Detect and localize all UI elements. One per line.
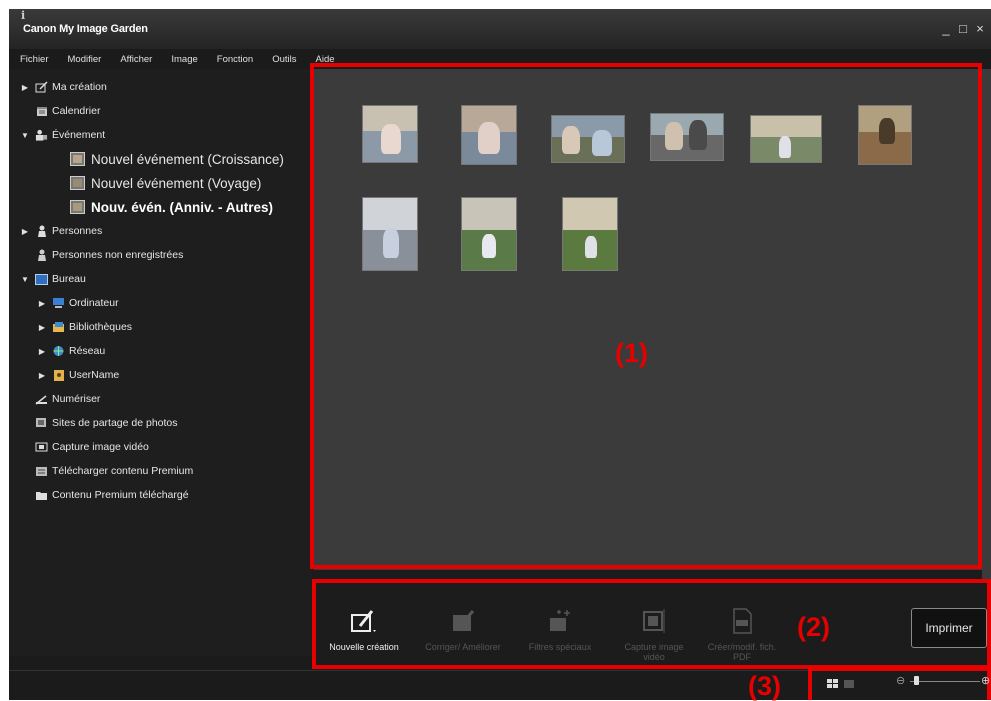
calendar-icon bbox=[35, 105, 48, 117]
sidebar-item-label: Réseau bbox=[69, 345, 106, 357]
area-label-3: (3) bbox=[748, 671, 781, 701]
area-label-1: (1) bbox=[615, 338, 648, 368]
sidebar-item-evenement[interactable]: ▼ Événement bbox=[9, 123, 312, 147]
sidebar-item-label: Calendrier bbox=[52, 105, 101, 117]
scroll-left-icon[interactable]: ◀ bbox=[23, 654, 29, 656]
expand-arrow-icon[interactable]: ▶ bbox=[37, 370, 47, 380]
sidebar-item-capture-image-video[interactable]: Capture image vidéo bbox=[9, 435, 312, 459]
sidebar-item-label: Bureau bbox=[52, 273, 86, 285]
person-icon bbox=[35, 225, 48, 237]
download-premium-icon bbox=[35, 465, 48, 477]
sidebar-item-numeriser[interactable]: Numériser bbox=[9, 387, 312, 411]
window-controls: _ □ × bbox=[941, 21, 985, 36]
premium-folder-icon bbox=[35, 489, 48, 501]
sidebar-item-ordinateur[interactable]: ▶ Ordinateur bbox=[9, 291, 312, 315]
menu-fonction[interactable]: Fonction bbox=[209, 54, 261, 65]
collapse-arrow-icon[interactable]: ▼ bbox=[20, 130, 30, 140]
zoom-track[interactable] bbox=[910, 681, 980, 682]
area-label-2: (2) bbox=[797, 612, 830, 642]
thumbnail-view-icon[interactable] bbox=[827, 676, 839, 688]
sidebar-item-telecharger-premium[interactable]: Télécharger contenu Premium bbox=[9, 459, 312, 483]
zoom-out-icon[interactable]: ⊖ bbox=[896, 674, 905, 687]
photo-sharing-icon bbox=[35, 417, 48, 429]
view-toggle bbox=[827, 676, 855, 688]
sidebar-item-event-voyage[interactable]: Nouvel événement (Voyage) bbox=[9, 171, 312, 195]
navigation-tree: ▶ Ma création Calendrier ▼ Événement Nou… bbox=[9, 75, 312, 507]
expand-arrow-icon[interactable]: ▶ bbox=[37, 322, 47, 332]
my-art-icon bbox=[35, 81, 48, 93]
sidebar-item-label: Ordinateur bbox=[69, 297, 119, 309]
sidebar-item-bibliotheques[interactable]: ▶ Bibliothèques bbox=[9, 315, 312, 339]
zoom-slider[interactable]: ⊖ ⊕ bbox=[896, 673, 991, 689]
close-button[interactable]: × bbox=[975, 21, 985, 36]
expand-arrow-icon[interactable]: ▶ bbox=[20, 82, 30, 92]
sidebar-item-ma-creation[interactable]: ▶ Ma création bbox=[9, 75, 312, 99]
sidebar-item-label: Personnes non enregistrées bbox=[52, 249, 184, 261]
sidebar-item-label: Personnes bbox=[52, 225, 103, 237]
details-view-icon[interactable] bbox=[843, 676, 855, 688]
user-folder-icon bbox=[52, 369, 65, 381]
computer-icon bbox=[52, 297, 65, 309]
sidebar-item-event-anniv-selected[interactable]: Nouv. évén. (Anniv. - Autres) bbox=[9, 195, 312, 219]
sidebar-item-bureau[interactable]: ▼ Bureau bbox=[9, 267, 312, 291]
sidebar-item-personnes-non-enregistrees[interactable]: Personnes non enregistrées bbox=[9, 243, 312, 267]
menu-image[interactable]: Image bbox=[163, 54, 205, 65]
sidebar-item-reseau[interactable]: ▶ Réseau bbox=[9, 339, 312, 363]
menu-afficher[interactable]: Afficher bbox=[112, 54, 160, 65]
event-photo-icon bbox=[70, 200, 85, 214]
area-1-highlight bbox=[310, 63, 982, 569]
desktop-icon bbox=[35, 273, 48, 285]
sidebar-item-label: Nouvel événement (Voyage) bbox=[91, 175, 262, 191]
minimize-button[interactable]: _ bbox=[941, 21, 951, 36]
scan-icon bbox=[35, 393, 48, 405]
sidebar-item-username[interactable]: ▶ UserName bbox=[9, 363, 312, 387]
sidebar-item-label: Capture image vidéo bbox=[52, 441, 149, 453]
event-photo-icon bbox=[70, 176, 85, 190]
sidebar-item-calendrier[interactable]: Calendrier bbox=[9, 99, 312, 123]
network-icon bbox=[52, 345, 65, 357]
event-photo-icon bbox=[70, 152, 85, 166]
sidebar-item-label: Ma création bbox=[52, 81, 107, 93]
sidebar-item-contenu-premium[interactable]: Contenu Premium téléchargé bbox=[9, 483, 312, 507]
collapse-arrow-icon[interactable]: ▼ bbox=[20, 274, 30, 284]
global-menu-sidebar: ▶ Ma création Calendrier ▼ Événement Nou… bbox=[9, 69, 312, 656]
menu-fichier[interactable]: Fichier bbox=[12, 54, 57, 65]
info-icon[interactable]: i bbox=[21, 9, 25, 22]
area-2-highlight bbox=[312, 579, 991, 669]
sidebar-item-label: Numériser bbox=[52, 393, 101, 405]
print-button[interactable]: Imprimer bbox=[911, 608, 987, 648]
event-icon bbox=[35, 129, 48, 141]
menu-modifier[interactable]: Modifier bbox=[60, 54, 110, 65]
sidebar-item-label: Contenu Premium téléchargé bbox=[52, 489, 189, 501]
zoom-knob[interactable] bbox=[914, 676, 920, 685]
sidebar-item-personnes[interactable]: ▶ Personnes bbox=[9, 219, 312, 243]
scroll-right-icon[interactable]: ▶ bbox=[303, 654, 309, 656]
expand-arrow-icon[interactable]: ▶ bbox=[20, 226, 30, 236]
zoom-in-icon[interactable]: ⊕ bbox=[981, 674, 990, 687]
sidebar-item-label: UserName bbox=[69, 369, 120, 381]
libraries-icon bbox=[52, 321, 65, 333]
maximize-button[interactable]: □ bbox=[958, 21, 968, 36]
sidebar-item-label: Sites de partage de photos bbox=[52, 417, 178, 429]
expand-arrow-icon[interactable]: ▶ bbox=[37, 298, 47, 308]
window-title: Canon My Image Garden bbox=[23, 23, 148, 35]
video-capture-icon bbox=[35, 441, 48, 453]
sidebar-item-label: Nouv. évén. (Anniv. - Autres) bbox=[91, 199, 274, 215]
sidebar-item-label: Bibliothèques bbox=[69, 321, 133, 333]
unregistered-person-icon bbox=[35, 249, 48, 261]
menu-outils[interactable]: Outils bbox=[264, 54, 304, 65]
sidebar-item-sites-partage[interactable]: Sites de partage de photos bbox=[9, 411, 312, 435]
sidebar-item-event-croissance[interactable]: Nouvel événement (Croissance) bbox=[9, 147, 312, 171]
sidebar-item-label: Télécharger contenu Premium bbox=[52, 465, 194, 477]
expand-arrow-icon[interactable]: ▶ bbox=[37, 346, 47, 356]
sidebar-item-label: Nouvel événement (Croissance) bbox=[91, 151, 284, 167]
sidebar-item-label: Événement bbox=[52, 129, 106, 141]
title-bar: Canon My Image Garden _ □ × bbox=[9, 9, 991, 49]
